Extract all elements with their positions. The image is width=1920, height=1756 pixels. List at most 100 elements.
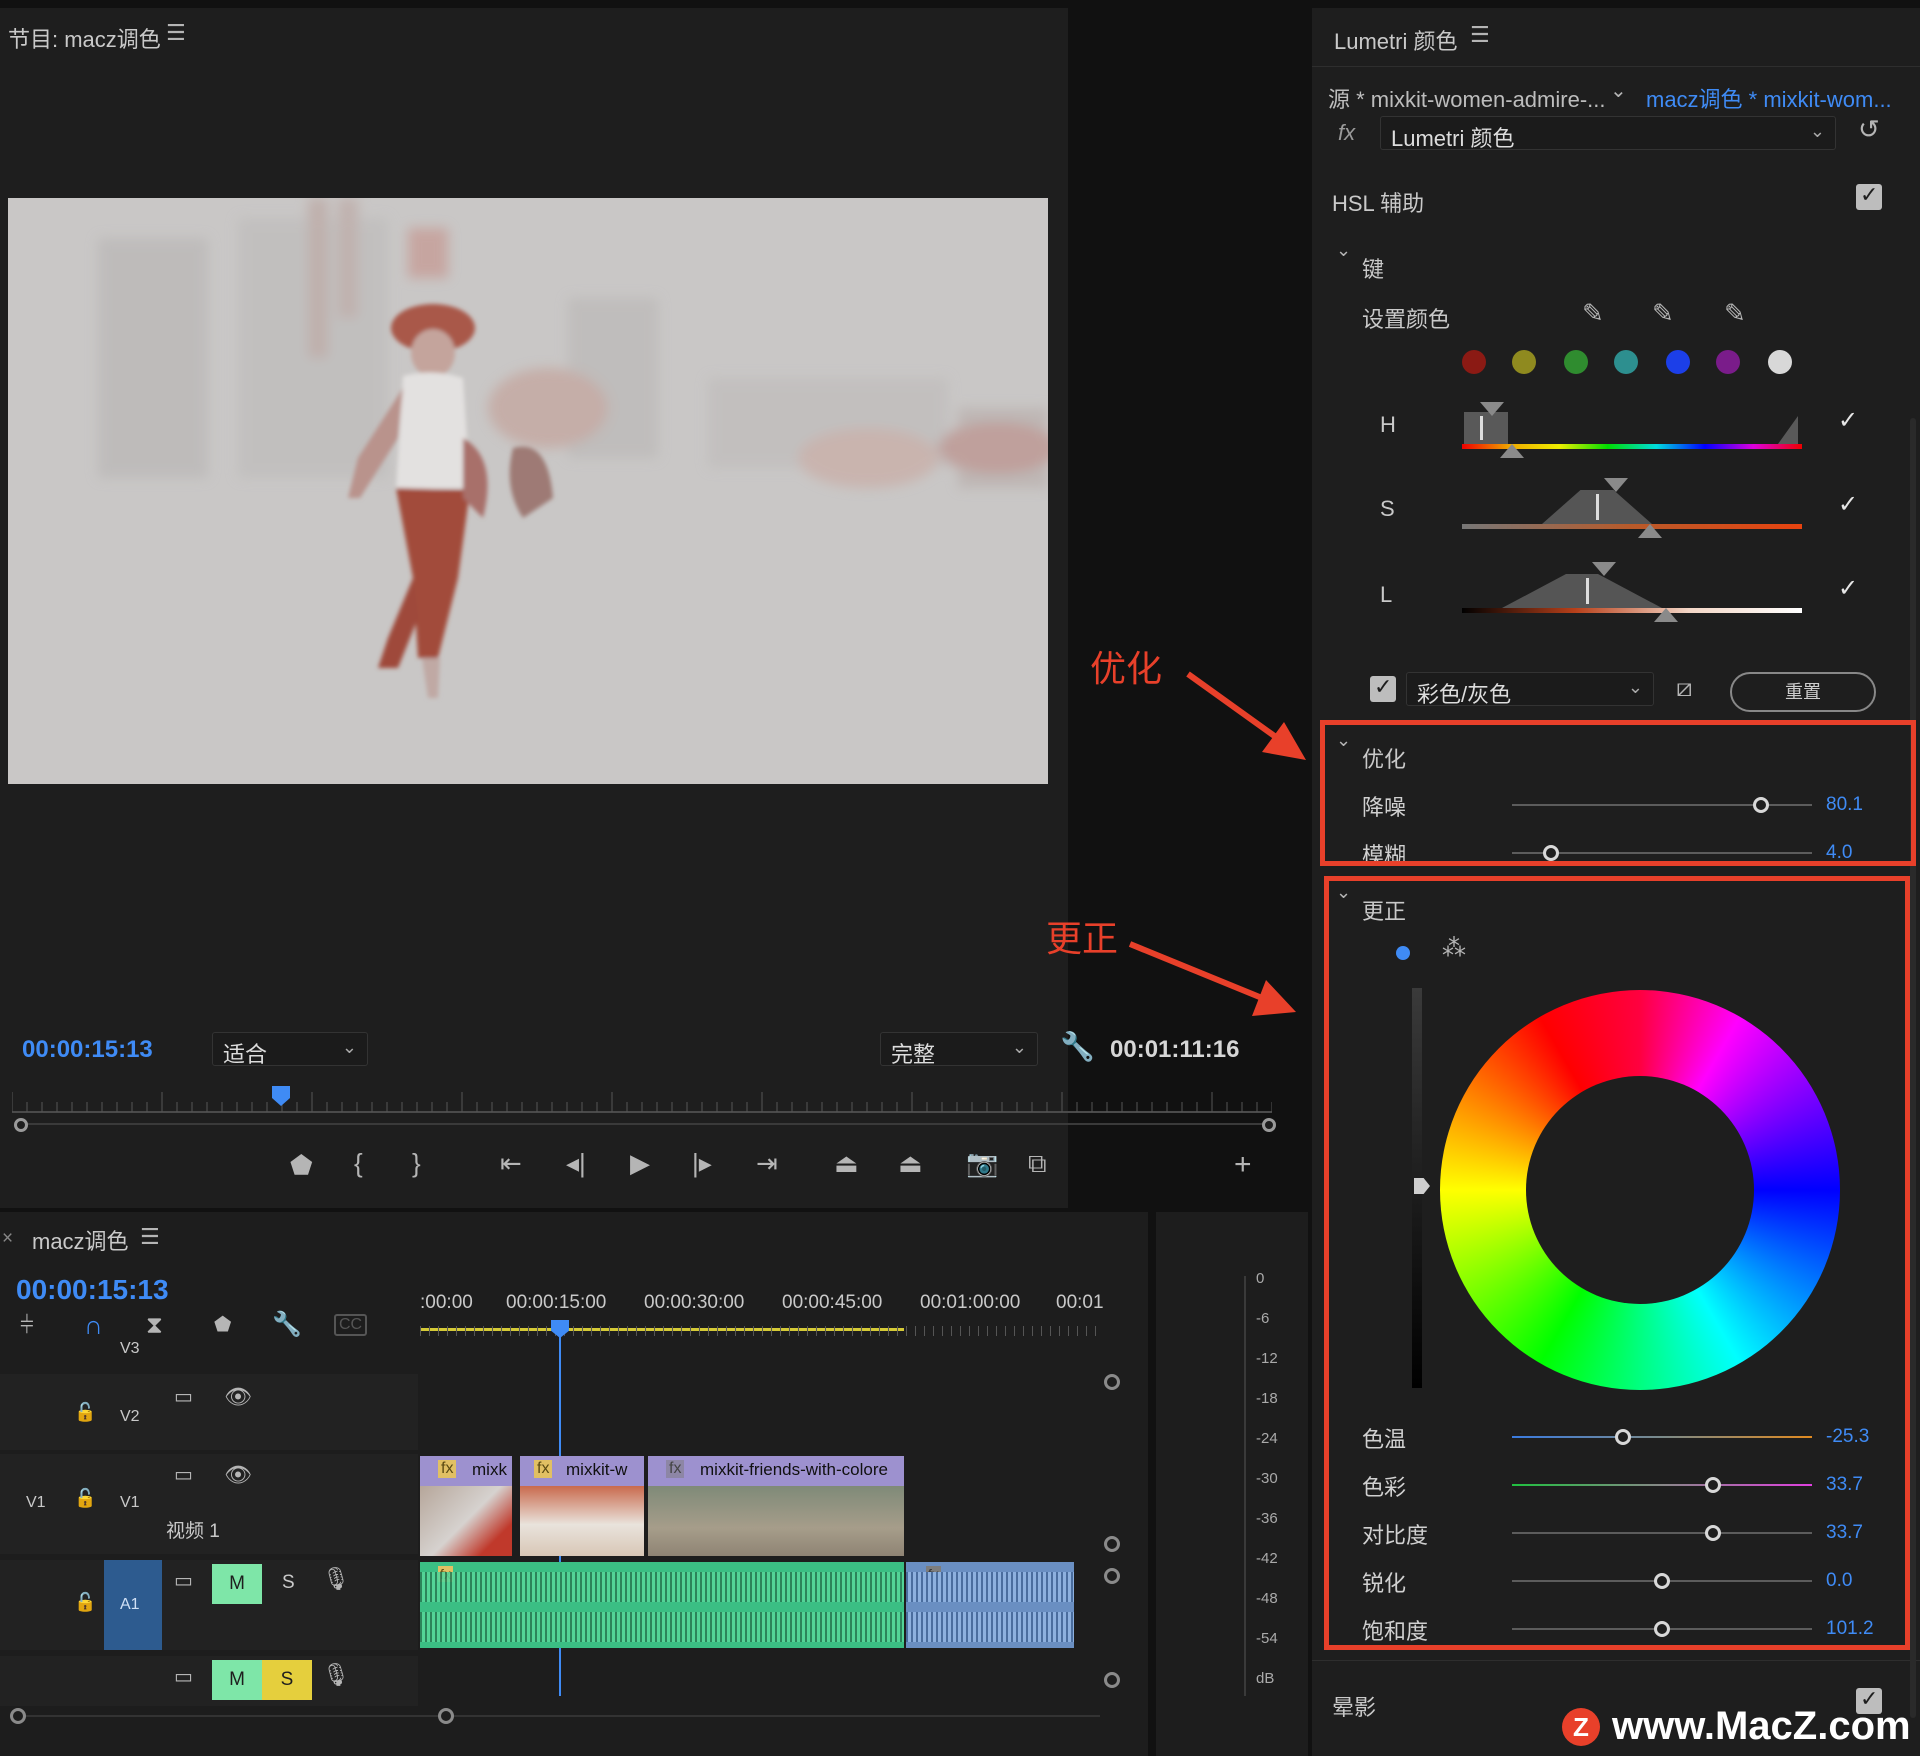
panel-menu-icon[interactable]: ☰ [1470,22,1490,48]
effect-select[interactable]: Lumetri 颜色 ⌄ [1380,116,1836,151]
mute-button[interactable]: M [212,1564,262,1604]
microphone-icon[interactable]: 🎙 [322,1566,350,1592]
microphone-icon[interactable]: 🎙 [322,1662,350,1688]
lock-icon[interactable]: 🔓 [74,1488,96,1509]
eyedropper-icon[interactable]: ✎ [1582,298,1604,329]
swatch-white[interactable] [1768,350,1792,374]
source-track-v1[interactable]: V1 [26,1494,46,1512]
video-clip[interactable]: fx mixkit-w [520,1456,644,1556]
step-forward-icon[interactable]: |▸ [692,1148,712,1179]
magnet-icon[interactable]: ∩ [84,1310,103,1341]
panel-menu-icon[interactable]: ☰ [166,20,186,46]
track-scroll-handle[interactable] [1104,1568,1120,1584]
swatch-green[interactable] [1564,350,1588,374]
track-scroll-handle[interactable] [1104,1536,1120,1552]
scroll-handle-left[interactable] [10,1708,26,1724]
chevron-down-icon[interactable]: ⌄ [1610,78,1627,103]
eyedropper-subtract-icon[interactable]: ✎ [1724,298,1746,329]
display-mode-select[interactable]: 彩色/灰色 ⌄ [1406,672,1654,707]
timeline-close-icon[interactable]: × [2,1228,13,1250]
lumetri-scrollbar[interactable] [1910,418,1916,1718]
key-section-header[interactable]: 键 [1362,252,1384,284]
invert-mask-icon[interactable]: ⧄ [1676,672,1693,704]
hsl-section-header[interactable]: HSL 辅助 [1332,186,1424,218]
hsl-enable-checkbox[interactable] [1856,182,1882,210]
add-button-icon[interactable]: + [1234,1148,1252,1182]
vignette-section-header[interactable]: 晕影 [1332,1690,1376,1722]
mark-in-icon[interactable]: { [354,1148,363,1179]
scroll-handle-right[interactable] [438,1708,454,1724]
timeline-title[interactable]: macz调色 [32,1224,129,1256]
swatch-magenta[interactable] [1716,350,1740,374]
audio-clip[interactable]: fx [906,1562,1074,1648]
scrubber-zoom-bar[interactable] [14,1118,1276,1132]
reset-button[interactable]: 重置 [1730,672,1876,712]
reset-effect-icon[interactable]: ↺ [1858,114,1880,145]
color-swatches [1312,350,1920,380]
program-monitor-panel: 节目: macz调色 ☰ 00:00:15:13 适合 ⌄ 完整 ⌄ 🔧 00:… [0,8,1239,1208]
go-to-in-icon[interactable]: ⇤ [500,1148,522,1179]
source-clip-tab[interactable]: 源 * mixkit-women-admire-... [1328,82,1605,114]
toggle-sync-icon[interactable]: ▭ [174,1462,193,1487]
wrench-icon[interactable]: 🔧 [1060,1030,1095,1063]
program-monitor-title[interactable]: 节目: macz调色 [8,22,161,54]
export-frame-icon[interactable]: 📷 [966,1148,998,1179]
show-mask-checkbox[interactable] [1370,674,1396,702]
correction-highlight-box [1324,876,1910,1650]
monitor-current-time[interactable]: 00:00:15:13 [22,1036,153,1064]
snap-sequence-icon[interactable]: ⫩ [20,1312,34,1340]
zoom-handle-right[interactable] [1262,1118,1276,1132]
add-marker-icon[interactable]: ⬟ [290,1150,313,1181]
mark-out-icon[interactable]: } [412,1148,421,1179]
compare-view-icon[interactable]: ⧉ [1028,1148,1047,1180]
luminance-range-slider[interactable] [1462,560,1802,622]
toggle-sync-icon[interactable]: ▭ [174,1384,193,1409]
eyedropper-add-icon[interactable]: ✎ [1652,298,1674,329]
luminance-enable-check[interactable]: ✓ [1838,574,1858,603]
eye-icon[interactable]: 👁 [224,1462,252,1488]
track-scroll-handle[interactable] [1104,1672,1120,1688]
captions-icon[interactable]: CC [334,1314,368,1336]
swatch-cyan[interactable] [1614,350,1638,374]
toggle-sync-icon[interactable]: ▭ [174,1664,193,1689]
linked-selection-icon[interactable]: ⧗ [146,1312,163,1340]
monitor-scrubber[interactable] [11,1086,1273,1120]
swatch-blue[interactable] [1666,350,1690,374]
track-label-v1: V1 [120,1494,140,1511]
swatch-yellow[interactable] [1512,350,1536,374]
audio-clip[interactable]: fx [420,1562,904,1648]
video-clip[interactable]: fx mixkit-friends-with-colore [648,1456,904,1556]
mute-button[interactable]: M [212,1660,262,1700]
lumetri-title[interactable]: Lumetri 颜色 [1334,24,1457,56]
solo-button[interactable]: S [262,1660,312,1700]
timeline-horizontal-scrollbar[interactable] [10,1708,1110,1724]
saturation-range-slider[interactable] [1462,476,1802,538]
step-back-icon[interactable]: ◂| [566,1148,586,1179]
chevron-down-icon[interactable]: ⌄ [1336,240,1351,261]
zoom-select[interactable]: 适合 ⌄ [212,1032,368,1067]
hue-range-slider[interactable] [1462,396,1802,458]
timeline-current-time[interactable]: 00:00:15:13 [16,1274,169,1306]
video-clip[interactable]: fx mixk [420,1456,512,1556]
swatch-red[interactable] [1462,350,1486,374]
saturation-enable-check[interactable]: ✓ [1838,490,1858,519]
quality-select[interactable]: 完整 ⌄ [880,1032,1038,1067]
eye-icon[interactable]: 👁 [224,1384,252,1410]
hue-enable-check[interactable]: ✓ [1838,406,1858,435]
lock-icon[interactable]: 🔓 [74,1592,96,1613]
toggle-sync-icon[interactable]: ▭ [174,1568,193,1593]
panel-menu-icon[interactable]: ☰ [140,1224,160,1250]
lock-icon[interactable]: 🔓 [74,1402,96,1423]
add-marker-icon[interactable]: ⬟ [214,1312,231,1337]
track-scroll-handle[interactable] [1104,1374,1120,1390]
wrench-icon[interactable]: 🔧 [272,1310,302,1339]
extract-icon[interactable]: ⏏ [898,1148,923,1179]
lift-icon[interactable]: ⏏ [834,1148,859,1179]
ruler-label: 00:00:15:00 [506,1292,607,1313]
play-icon[interactable]: ▶ [630,1148,650,1179]
chevron-down-icon: ⌄ [341,1037,357,1057]
zoom-handle-left[interactable] [14,1118,28,1132]
sequence-clip-tab[interactable]: macz调色 * mixkit-wom... [1646,82,1892,114]
solo-button[interactable]: S [282,1572,295,1594]
go-to-out-icon[interactable]: ⇥ [756,1148,778,1179]
